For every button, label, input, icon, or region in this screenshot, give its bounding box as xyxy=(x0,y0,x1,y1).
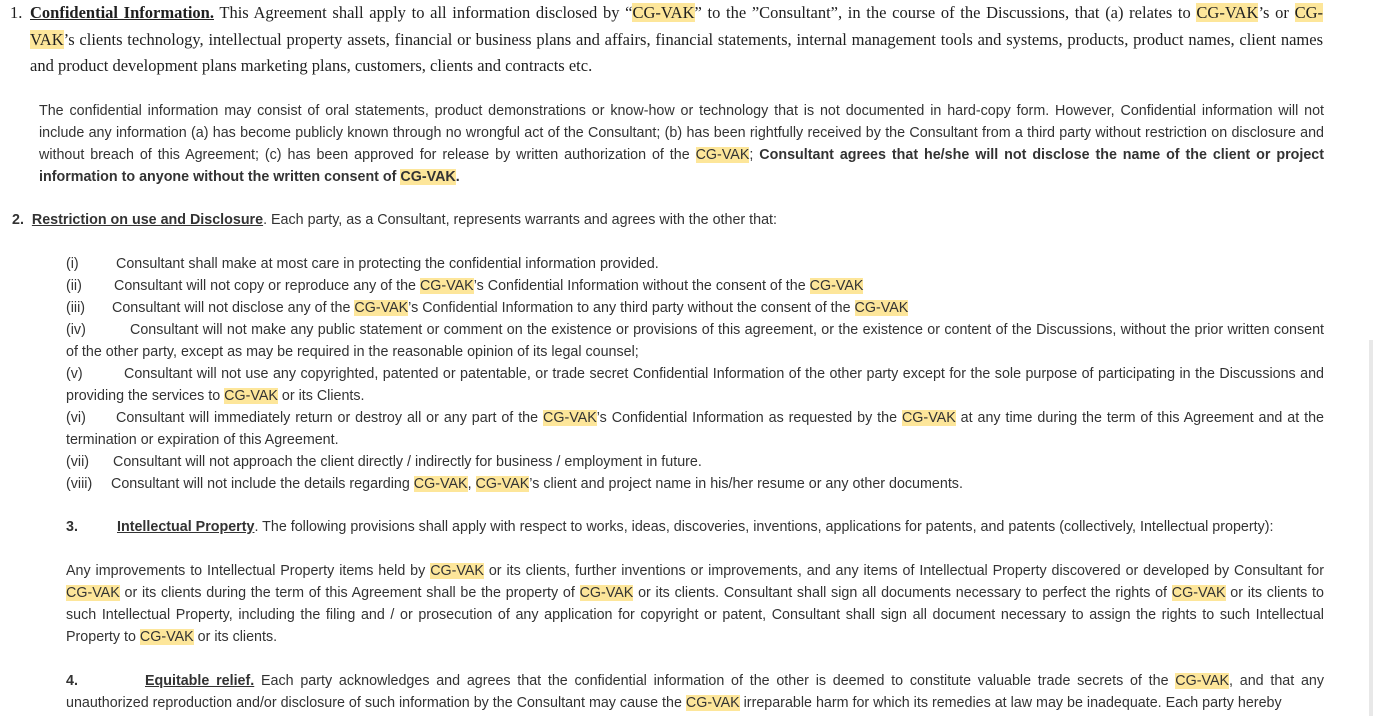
list-item: (viii) Consultant will not include the de… xyxy=(66,473,1324,495)
item-number: (vi) xyxy=(66,410,86,426)
highlight-cgvak: CG-VAK xyxy=(632,3,695,22)
item-text: Consultant will not approach the client … xyxy=(113,454,702,470)
highlight-cgvak: CG-VAK xyxy=(901,410,956,426)
list-item: (vi) Consultant will immediately return o… xyxy=(66,407,1324,451)
ip-paragraph: Any improvements to Intellectual Propert… xyxy=(66,563,1324,645)
highlight-cgvak: CG-VAK xyxy=(543,410,597,426)
list-item: (vii) Consultant will not approach the cl… xyxy=(66,451,1324,473)
item-text: Consultant will not make any public stat… xyxy=(66,322,1324,360)
highlight-cgvak: CG-VAK xyxy=(413,476,468,492)
confidential-exclusions-paragraph: The confidential information may consist… xyxy=(39,100,1324,188)
item-number: (viii) xyxy=(66,476,93,492)
text: . The following provisions shall apply w… xyxy=(254,519,1274,535)
restriction-list: (i) Consultant shall make at most care in… xyxy=(66,253,1324,495)
list-item: (iii) Consultant will not disclose any of… xyxy=(66,297,1324,319)
item-number: (i) xyxy=(66,256,79,272)
highlight-cgvak: CG-VAK xyxy=(809,278,864,294)
section-number: 1. xyxy=(10,3,23,22)
section-number: 2. xyxy=(12,212,24,228)
text: ’s or xyxy=(1258,3,1295,22)
highlight-cgvak: CG-VAK xyxy=(419,278,474,294)
list-item: (ii) Consultant will not copy or reproduc… xyxy=(66,275,1324,297)
section-number: 3. xyxy=(66,519,78,535)
item-number: (iv) xyxy=(66,322,86,338)
highlight-cgvak: CG-VAK xyxy=(579,585,634,601)
highlight-cgvak: CG-VAK xyxy=(400,169,456,185)
list-item: (iv) Consultant will not make any public … xyxy=(66,319,1324,363)
item-number: (vii) xyxy=(66,454,90,470)
text: . Each party, as a Consultant, represent… xyxy=(263,212,777,228)
highlight-cgvak: CG-VAK xyxy=(1196,3,1259,22)
section-confidential-information: 1. Confidential Information. This Agreem… xyxy=(0,0,1323,80)
scrollbar[interactable] xyxy=(1369,340,1373,716)
highlight-cgvak: CG-VAK xyxy=(430,563,484,579)
item-number: (v) xyxy=(66,366,83,382)
highlight-cgvak: CG-VAK xyxy=(224,388,278,404)
highlight-cgvak: CG-VAK xyxy=(139,629,194,645)
highlight-cgvak: CG-VAK xyxy=(475,476,530,492)
text: This Agreement shall apply to all inform… xyxy=(213,3,633,22)
highlight-cgvak: CG-VAK xyxy=(1175,673,1230,689)
item-number: (ii) xyxy=(66,278,82,294)
highlight-cgvak: CG-VAK xyxy=(1171,585,1226,601)
section-body: Confidential Information. This Agreement… xyxy=(30,0,1323,80)
item-text: Consultant shall make at most care in pr… xyxy=(116,256,659,272)
highlight-cgvak: CG-VAK xyxy=(354,300,409,316)
list-item: (i) Consultant shall make at most care in… xyxy=(66,253,1324,275)
highlight-cgvak: CG-VAK xyxy=(685,695,740,711)
text: ; xyxy=(749,147,760,163)
document-page: 1. Confidential Information. This Agreem… xyxy=(0,0,1373,716)
highlight-cgvak: CG-VAK xyxy=(854,300,909,316)
section-equitable-relief: 4. Equitable relief. Each party acknowled… xyxy=(66,670,1324,714)
list-item: (v) Consultant will not use any copyright… xyxy=(66,363,1324,407)
section-number: 4. xyxy=(66,673,78,689)
section-heading: Restriction on use and Disclosure xyxy=(31,212,264,228)
section-heading: Intellectual Property xyxy=(117,519,255,535)
highlight-cgvak: CG-VAK xyxy=(66,585,120,601)
section-heading: Confidential Information. xyxy=(30,3,214,22)
section-heading: Equitable relief. xyxy=(145,673,255,689)
highlight-cgvak: CG-VAK xyxy=(695,147,750,163)
text: ” to the ”Consultant”, in the course of … xyxy=(694,3,1197,22)
section-intellectual-property: 3. Intellectual Property. The following p… xyxy=(66,516,1324,538)
text: ’s clients technology, intellectual prop… xyxy=(30,29,1323,76)
section-restriction: 2. Restriction on use and Disclosure. Ea… xyxy=(12,209,1332,231)
item-number: (iii) xyxy=(66,300,86,316)
